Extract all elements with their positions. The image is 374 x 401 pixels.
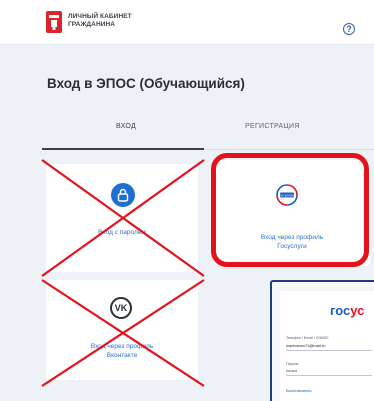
highlight-frame (211, 153, 369, 267)
vk-card-cross-mark (41, 279, 205, 387)
tab-registration[interactable]: РЕГИСТРАЦИЯ (245, 123, 300, 130)
login-field-underline (286, 350, 372, 351)
tab-login[interactable]: ВХОД (116, 123, 136, 130)
login-field-label: Телефон / Email / СНИЛС (286, 336, 329, 340)
page-title: Вход в ЭПОС (Обучающийся) (47, 76, 245, 91)
password-field-underline (286, 375, 372, 376)
tab-divider (204, 149, 374, 150)
restore-password-link[interactable]: Восстановить (286, 388, 312, 393)
gosuslugi-brand-part-1: гос (330, 303, 351, 318)
password-card-cross-mark (41, 159, 205, 277)
password-field-label: Пароль (286, 362, 299, 366)
coat-of-arms-logo (46, 11, 62, 33)
header: ЛИЧНЫЙ КАБИНЕТ ГРАЖДАНИНА ? (0, 0, 374, 45)
login-field[interactable]: ivanivanov71@mail.ru (286, 343, 325, 348)
help-glyph: ? (346, 24, 352, 34)
app-frame: ЛИЧНЫЙ КАБИНЕТ ГРАЖДАНИНА ? Вход в ЭПОС … (0, 0, 374, 401)
brand-line-1: ЛИЧНЫЙ КАБИНЕТ (68, 13, 132, 20)
help-icon[interactable]: ? (343, 23, 355, 35)
password-field[interactable]: •••••••• (286, 368, 297, 373)
brand-line-2: ГРАЖДАНИНА (68, 21, 116, 28)
brand-name: ЛИЧНЫЙ КАБИНЕТ ГРАЖДАНИНА (68, 13, 132, 29)
gosuslugi-brand-part-2: ус (350, 303, 365, 318)
gosuslugi-brand-text: госус (330, 303, 364, 318)
active-tab-underline (42, 148, 204, 150)
